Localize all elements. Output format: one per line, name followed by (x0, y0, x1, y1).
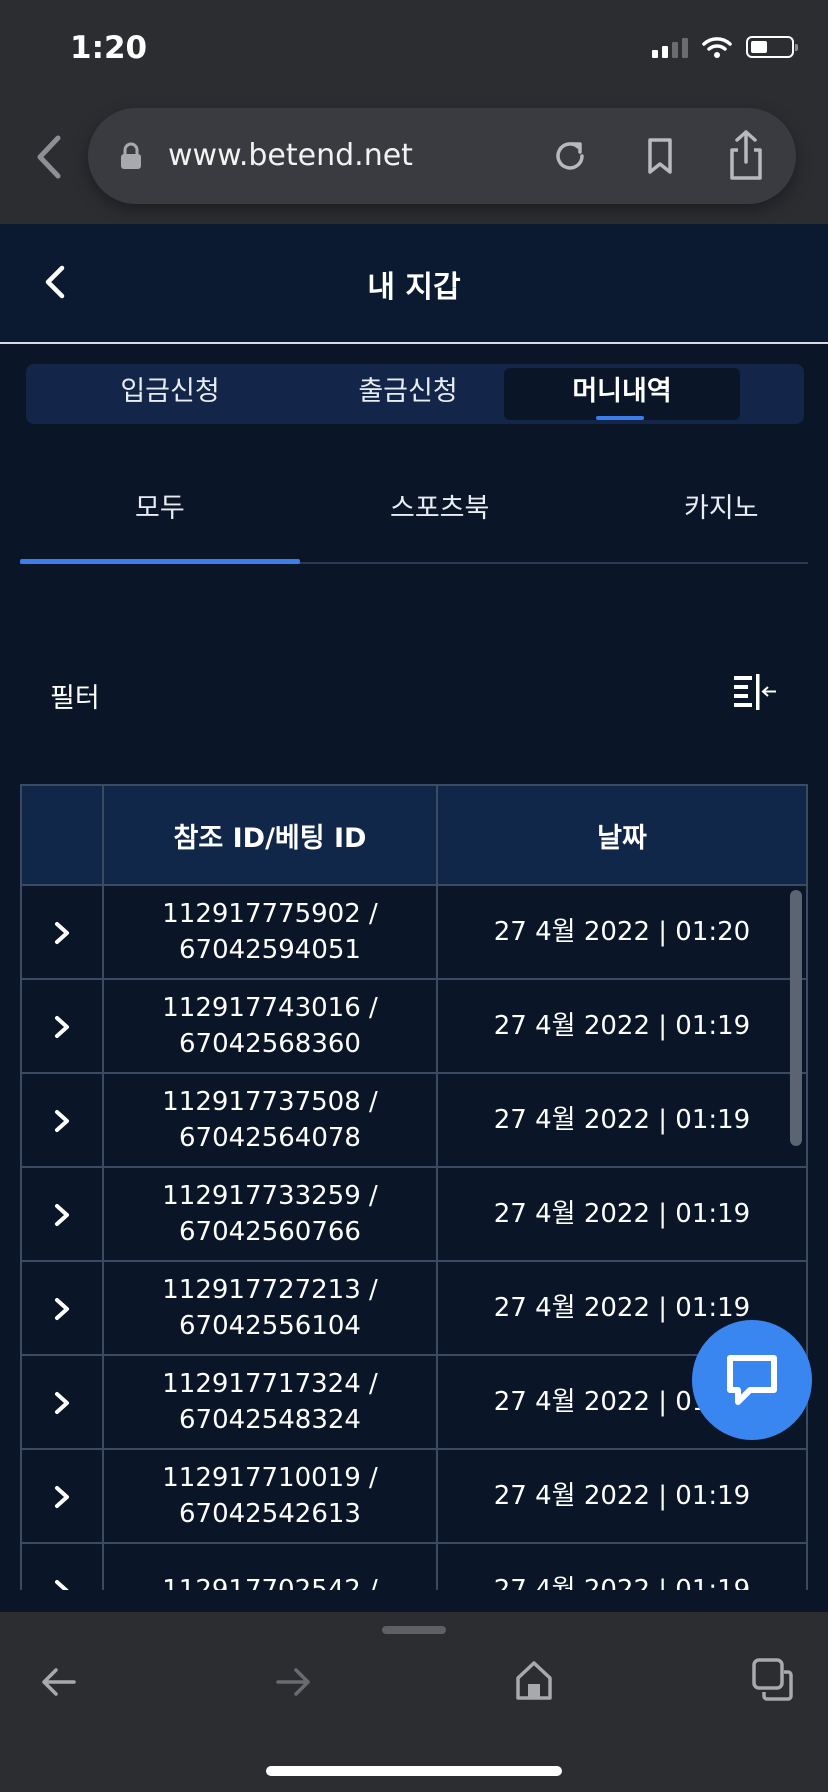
date-cell: 27 4월 2022 | 01:19 (436, 1072, 808, 1168)
transactions-table: 참조 ID/베팅 ID 날짜 112917775902 / 67042594051… (20, 784, 808, 1590)
tab-withdraw-request[interactable]: 출금신청 (290, 364, 526, 424)
expand-cell[interactable] (20, 1166, 104, 1262)
tab-money-history[interactable]: 머니내역 (504, 368, 740, 420)
ref-id-cell: 112917743016 / 67042568360 (102, 978, 438, 1074)
date-cell: 27 4월 2022 | 01:20 (436, 884, 808, 980)
chat-bubble-icon (727, 1355, 777, 1405)
table-row[interactable]: 112917702542 / 27 4월 2022 | 01:19 (20, 1542, 808, 1590)
ref-id-cell: 112917737508 / 67042564078 (102, 1072, 438, 1168)
table-row[interactable]: 112917710019 / 67042542613 27 4월 2022 | 0… (20, 1448, 808, 1544)
chevron-right-icon (55, 1485, 69, 1508)
home-indicator[interactable] (266, 1766, 562, 1776)
bet-id: 67042542613 (179, 1499, 361, 1529)
filter-label: 필터 (50, 683, 100, 714)
app-header: 내 지갑 (0, 224, 828, 344)
bet-id: 67042564078 (179, 1123, 361, 1153)
ref-id-cell: 112917733259 / 67042560766 (102, 1166, 438, 1262)
active-tab-indicator (596, 416, 644, 420)
date-cell: 27 4월 2022 | 01:19 (436, 978, 808, 1074)
tabs-overview-icon[interactable] (750, 1656, 794, 1702)
bet-id: 67042548324 (179, 1405, 361, 1435)
forward-arrow-icon[interactable] (274, 1662, 314, 1702)
bet-id: 67042556104 (179, 1311, 361, 1341)
header-date: 날짜 (436, 784, 808, 886)
page-title: 내 지갑 (367, 270, 461, 305)
active-subtab-indicator (20, 559, 300, 564)
reload-icon[interactable] (548, 134, 592, 178)
ref-id-cell: 112917702542 / (102, 1542, 438, 1590)
toolbar-grabber[interactable] (382, 1626, 446, 1634)
chevron-right-icon (55, 1297, 69, 1320)
ref-id: 112917737508 / (162, 1087, 378, 1117)
chevron-right-icon (55, 1579, 69, 1590)
bet-id: 67042568360 (179, 1029, 361, 1059)
ref-id-cell: 112917717324 / 67042548324 (102, 1354, 438, 1450)
chevron-right-icon (55, 1391, 69, 1414)
date-cell: 27 4월 2022 | 01:19 (436, 1542, 808, 1590)
ref-id-cell: 112917775902 / 67042594051 (102, 884, 438, 980)
status-time: 1:20 (70, 30, 148, 66)
table-row[interactable]: 112917727213 /67042556104 27 4월 2022 | 0… (20, 1260, 808, 1356)
lock-icon (121, 142, 141, 169)
ref-id: 112917743016 / (162, 993, 378, 1023)
status-icons (652, 36, 798, 58)
back-arrow-icon[interactable] (38, 1662, 78, 1702)
filter-collapse-icon[interactable] (732, 672, 778, 712)
table-row[interactable]: 112917775902 / 67042594051 27 4월 2022 | 0… (20, 884, 808, 980)
share-icon[interactable] (724, 128, 768, 182)
table-row[interactable]: 112917717324 /67042548324 27 4월 2022 | 0… (20, 1354, 808, 1450)
live-chat-button[interactable] (692, 1320, 812, 1440)
bet-id: 67042560766 (179, 1217, 361, 1247)
ref-id: 112917702542 / (162, 1575, 378, 1590)
table-scrollbar[interactable] (790, 890, 802, 1146)
subtab-all[interactable]: 모두 (135, 486, 185, 525)
cellular-signal-icon (652, 36, 688, 58)
tab-label: 머니내역 (572, 376, 672, 407)
subtab-sportsbook[interactable]: 스포츠북 (390, 486, 489, 525)
tab-deposit-request[interactable]: 입금신청 (52, 364, 288, 424)
ref-id-cell: 112917710019 / 67042542613 (102, 1448, 438, 1544)
chevron-right-icon (55, 1203, 69, 1226)
expand-cell[interactable] (20, 1448, 104, 1544)
bookmark-icon[interactable] (638, 134, 682, 178)
subtab-casino[interactable]: 카지노 (684, 486, 759, 525)
header-ref-id: 참조 ID/베팅 ID (102, 784, 438, 886)
table-row[interactable]: 112917733259 / 67042560766 27 4월 2022 | 0… (20, 1166, 808, 1262)
expand-cell[interactable] (20, 1260, 104, 1356)
chevron-right-icon (55, 1015, 69, 1038)
address-bar[interactable]: www.betend.net (88, 108, 796, 204)
browser-back-chevron-icon[interactable] (30, 132, 66, 182)
chevron-right-icon (55, 1109, 69, 1132)
ref-id: 112917733259 / (162, 1181, 378, 1211)
tab-label: 출금신청 (358, 376, 458, 407)
expand-cell[interactable] (20, 1354, 104, 1450)
bet-id: 67042594051 (179, 935, 361, 965)
expand-cell[interactable] (20, 884, 104, 980)
expand-cell[interactable] (20, 1072, 104, 1168)
expand-cell[interactable] (20, 1542, 104, 1590)
date-cell: 27 4월 2022 | 01:19 (436, 1448, 808, 1544)
date-cell: 27 4월 2022 | 01:19 (436, 1166, 808, 1262)
browser-bottom-bar (0, 1612, 828, 1792)
battery-icon (746, 36, 798, 58)
category-tabs: 모두 스포츠북 카지노 (20, 468, 808, 564)
expand-cell[interactable] (20, 978, 104, 1074)
table-header-row: 참조 ID/베팅 ID 날짜 (20, 784, 808, 886)
ref-id: 112917727213 / (162, 1275, 378, 1305)
ref-id: 112917717324 / (162, 1369, 378, 1399)
home-icon[interactable] (514, 1658, 554, 1702)
table-row[interactable]: 112917743016 / 67042568360 27 4월 2022 | 0… (20, 978, 808, 1074)
wallet-tabs: 입금신청 출금신청 머니내역 (26, 364, 804, 424)
ref-id: 112917710019 / (162, 1463, 378, 1493)
tab-label: 입금신청 (120, 376, 220, 407)
browser-top-bar: 1:20 www.betend.net (0, 0, 828, 224)
ref-id-cell: 112917727213 / 67042556104 (102, 1260, 438, 1356)
chevron-right-icon (55, 921, 69, 944)
ref-id: 112917775902 / (162, 899, 378, 929)
table-row[interactable]: 112917737508 / 67042564078 27 4월 2022 | 0… (20, 1072, 808, 1168)
url-text: www.betend.net (168, 138, 413, 173)
header-expand (20, 784, 104, 886)
wifi-icon (702, 37, 732, 58)
